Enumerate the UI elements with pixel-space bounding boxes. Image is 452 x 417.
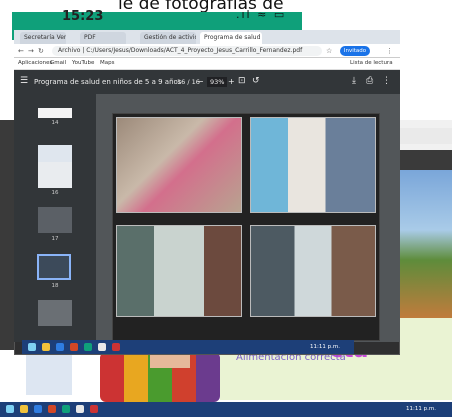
print-icon[interactable]: ⎙ (366, 77, 373, 86)
bookmark-gmail[interactable]: Gmail (50, 60, 66, 66)
chrome-icon[interactable] (76, 405, 84, 413)
menu-icon[interactable]: ☰ (20, 77, 28, 86)
phone-status-icons: .ıl ≈ ▭ (236, 8, 287, 21)
thumb-number: 17 (51, 236, 59, 242)
chrome-icon[interactable] (98, 343, 106, 351)
photo-living-room (116, 225, 242, 317)
taskbar-clock-bottom: 11:11 p.m. (406, 406, 436, 412)
bookmark-maps[interactable]: Maps (100, 60, 114, 66)
bookmark-youtube[interactable]: YouTube (72, 60, 94, 66)
folder-icon[interactable] (20, 405, 28, 413)
url-field[interactable]: Archivo | C:/Users/Jesus/Downloads/ACT_4… (52, 46, 322, 56)
back-window-photo (395, 170, 452, 320)
start-icon[interactable] (28, 343, 36, 351)
zoom-in-icon[interactable]: + (228, 77, 235, 86)
zoom-out-icon[interactable]: − (197, 77, 204, 86)
app-icon[interactable] (90, 405, 98, 413)
pdf-thumbnail-19[interactable] (38, 300, 72, 326)
tab-pdf[interactable]: PDF (80, 32, 126, 44)
pdf-thumbnail-14[interactable] (38, 108, 72, 118)
photo-living-room-2 (250, 225, 376, 317)
star-icon[interactable]: ☆ (326, 47, 332, 56)
excel-icon[interactable] (62, 405, 70, 413)
back-window-toolbar (395, 150, 452, 170)
reload-icon[interactable]: ↻ (38, 47, 44, 56)
forward-arrow-icon[interactable]: → (28, 47, 34, 56)
powerpoint-icon[interactable] (70, 343, 78, 351)
photo-children-floor (116, 117, 242, 213)
tab-programa[interactable]: Programa de salud en niños (200, 32, 262, 44)
back-arrow-icon[interactable]: ← (18, 47, 24, 56)
rotate-icon[interactable]: ↺ (252, 77, 260, 86)
powerpoint-icon[interactable] (48, 405, 56, 413)
menu-dots-icon[interactable]: ⋮ (386, 47, 393, 56)
word-icon[interactable] (56, 343, 64, 351)
tab-secretaria[interactable]: Secretaría Venezolana (20, 32, 66, 44)
pdf-thumbnail-18-selected[interactable] (37, 254, 71, 280)
pdf-thumbnail-17[interactable] (38, 207, 72, 233)
folder-icon[interactable] (42, 343, 50, 351)
app-icon[interactable] (112, 343, 120, 351)
thumb-number: 14 (51, 120, 59, 126)
thumb-number: 18 (51, 283, 59, 289)
thumb-number: 16 (51, 190, 59, 196)
download-icon[interactable]: ⤓ (352, 77, 356, 86)
profile-button[interactable]: Invitado (340, 46, 370, 56)
start-icon[interactable] (6, 405, 14, 413)
phone-time: 15:23 (62, 9, 104, 24)
back-thumbnail (26, 355, 72, 395)
bookmark-apps[interactable]: Aplicaciones (18, 60, 52, 66)
photo-tv-room (250, 117, 376, 213)
pdf-thumbnail-16[interactable] (38, 162, 72, 188)
taskbar-clock-top: 11:11 p.m. (310, 344, 340, 350)
pdf-zoom-field[interactable]: 93% (207, 77, 228, 87)
word-icon[interactable] (34, 405, 42, 413)
pdf-title: Programa de salud en niños de 5 a 9 años (34, 78, 182, 86)
fit-page-icon[interactable]: ⊡ (238, 77, 246, 86)
more-vert-icon[interactable]: ⋮ (382, 77, 391, 86)
tab-gestion[interactable]: Gestión de actividad (140, 32, 196, 44)
bookmark-reading-list[interactable]: Lista de lectura (350, 60, 393, 66)
excel-icon[interactable] (84, 343, 92, 351)
